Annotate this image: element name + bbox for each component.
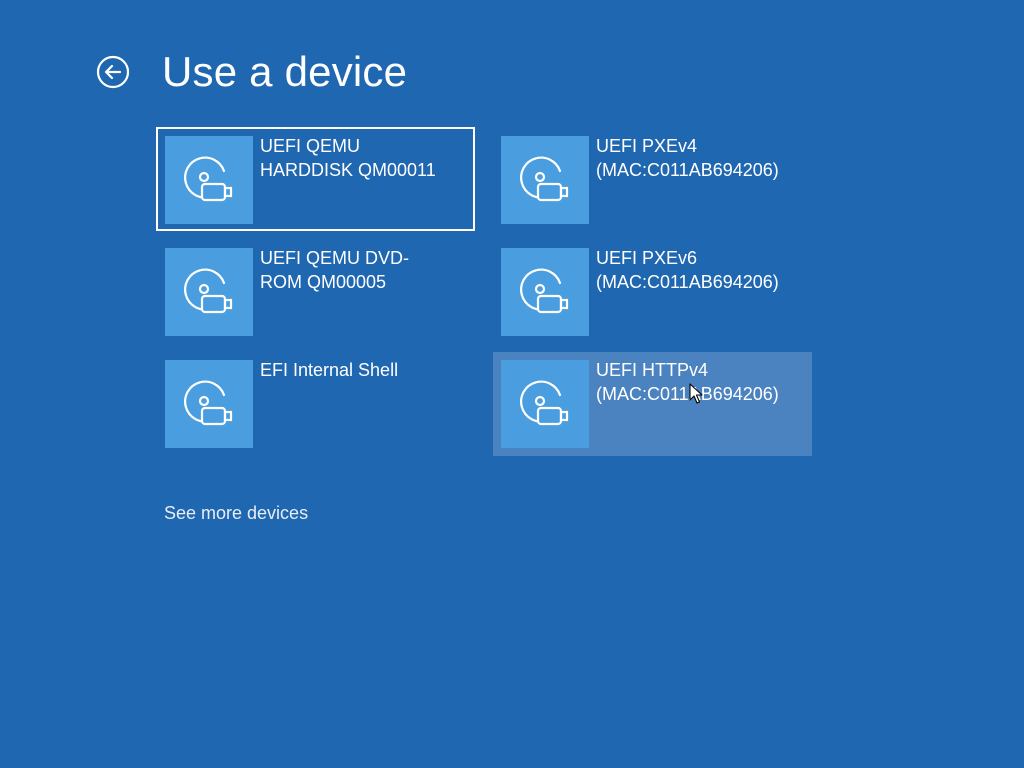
device-tile-uefi-pxev4[interactable]: UEFI PXEv4 (MAC:C011AB694206) (493, 128, 812, 232)
back-button[interactable] (96, 55, 130, 89)
removable-device-icon (520, 380, 569, 426)
arrow-left-circle-icon (96, 55, 130, 89)
device-label: UEFI HTTPv4 (MAC:C011AB694206) (596, 360, 779, 404)
device-tile-efi-internal-shell[interactable]: EFI Internal Shell (157, 352, 476, 456)
tile-icon-background (501, 360, 589, 448)
device-label: UEFI QEMU DVD- ROM QM00005 (260, 248, 410, 292)
tile-icon-background (501, 248, 589, 336)
device-tile-uefi-httpv4[interactable]: UEFI HTTPv4 (MAC:C011AB694206) (493, 352, 812, 456)
device-tile-uefi-qemu-dvd-rom[interactable]: UEFI QEMU DVD- ROM QM00005 (157, 240, 476, 344)
device-label: UEFI QEMU HARDDISK QM00011 (260, 136, 436, 180)
device-tile-uefi-qemu-harddisk[interactable]: UEFI QEMU HARDDISK QM00011 (156, 127, 475, 231)
device-label: EFI Internal Shell (260, 360, 399, 380)
see-more-devices-link[interactable]: See more devices (164, 500, 308, 526)
removable-device-icon (184, 380, 233, 426)
page-title: Use a device (162, 48, 408, 95)
tile-icon-background (501, 136, 589, 224)
tile-icon-background (165, 360, 253, 448)
device-label: UEFI PXEv4 (MAC:C011AB694206) (596, 136, 779, 180)
tile-icon-background (165, 248, 253, 336)
removable-device-icon (520, 268, 569, 314)
recovery-screen: Use a device UEFI QEMU HARDDISK QM00011 … (0, 0, 1024, 768)
removable-device-icon (520, 156, 569, 202)
device-tile-uefi-pxev6[interactable]: UEFI PXEv6 (MAC:C011AB694206) (493, 240, 812, 344)
device-label: UEFI PXEv6 (MAC:C011AB694206) (596, 248, 779, 292)
removable-device-icon (184, 156, 233, 202)
removable-device-icon (184, 268, 233, 314)
tile-icon-background (165, 136, 253, 224)
